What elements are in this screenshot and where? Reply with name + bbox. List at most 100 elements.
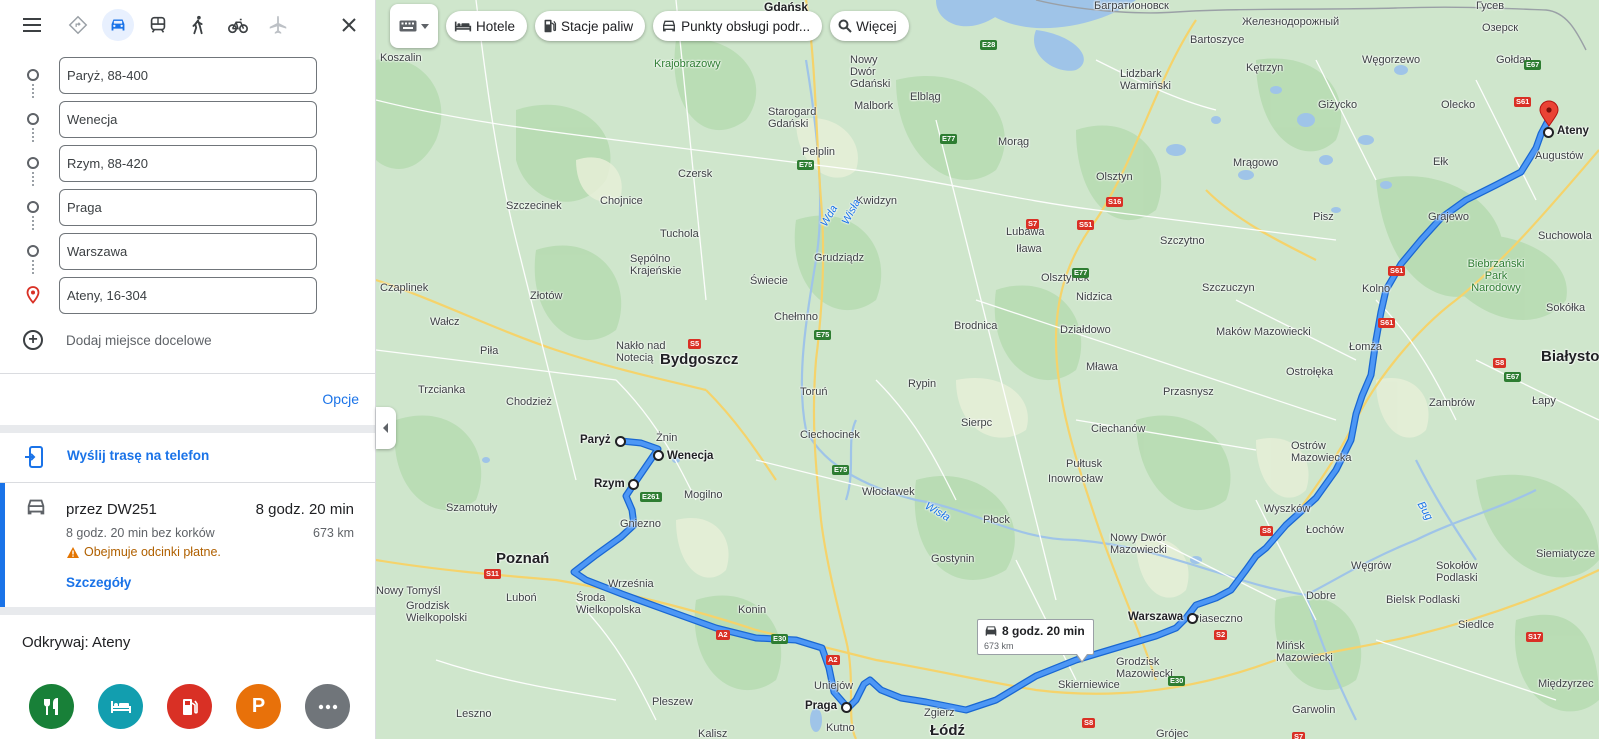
road-shield: A2	[826, 655, 840, 665]
waypoint-input-5[interactable]	[59, 233, 317, 270]
road-shield: S8	[1493, 358, 1507, 368]
more-categories-button[interactable]	[305, 684, 350, 729]
gas-station-icon	[544, 19, 557, 33]
waypoint-marker-paryz[interactable]	[615, 436, 626, 447]
waypoint-marker-warszawa[interactable]	[1187, 613, 1198, 624]
road-shield: S8	[1260, 526, 1274, 536]
car-icon[interactable]	[102, 9, 134, 41]
restaurant-icon	[43, 697, 58, 715]
waypoint-label-wenecja: Wenecja	[667, 450, 714, 462]
dropdown-arrow-icon	[421, 23, 429, 29]
add-destination-button[interactable]: + Dodaj miejsce docelowe	[0, 320, 375, 360]
explore-title: Odkrywaj: Ateny	[22, 634, 131, 651]
waypoint-circle-icon	[27, 113, 39, 125]
connector-dots	[32, 128, 34, 142]
connector-dots	[32, 216, 34, 230]
road-shield: E261	[640, 492, 662, 502]
bed-icon	[110, 700, 131, 713]
options-link[interactable]: Opcje	[322, 391, 359, 407]
directions-panel: + Dodaj miejsce docelowe Opcje Wyślij tr…	[0, 0, 376, 739]
toll-warning-text: Obejmuje odcinki płatne.	[84, 545, 221, 559]
travel-mode-bar	[0, 0, 375, 50]
transit-icon[interactable]	[142, 9, 174, 41]
waypoint-label-warszawa: Warszawa	[1128, 611, 1184, 623]
waypoint-label-rzym: Rzym	[594, 478, 625, 490]
input-tools-button[interactable]	[390, 4, 438, 48]
route-via: przez DW251	[66, 501, 157, 518]
divider	[0, 373, 375, 374]
waypoint-input-1[interactable]	[59, 57, 317, 94]
waypoint-input-2[interactable]	[59, 101, 317, 138]
callout-duration: 8 godz. 20 min	[1002, 624, 1085, 638]
road-shield: E30	[1168, 676, 1186, 686]
hotels-button[interactable]	[98, 684, 143, 729]
waypoint-label-ateny: Ateny	[1557, 125, 1589, 137]
chip-more-label: Więcej	[856, 18, 897, 34]
callout-distance: 673 km	[984, 641, 1014, 651]
chip-more[interactable]: Więcej	[830, 11, 909, 41]
menu-icon[interactable]	[18, 11, 46, 39]
road-shield: S7	[1026, 219, 1040, 229]
waypoint-row	[0, 230, 375, 274]
chip-car-service-label: Punkty obsługi podr...	[681, 18, 811, 34]
waypoint-marker-ateny[interactable]	[1543, 127, 1554, 138]
waypoint-input-destination[interactable]	[59, 277, 317, 314]
waypoint-circle-icon	[27, 69, 39, 81]
road-shield: S2	[1214, 630, 1228, 640]
road-shield: E67	[1524, 60, 1542, 70]
walking-icon[interactable]	[182, 9, 214, 41]
chip-gas-stations[interactable]: Stacje paliw	[535, 11, 646, 41]
parking-button[interactable]: P	[236, 684, 281, 729]
car-service-icon	[663, 20, 676, 32]
route-details-link[interactable]: Szczegóły	[66, 575, 131, 590]
waypoint-row	[0, 98, 375, 142]
waypoint-label-praga: Praga	[805, 700, 837, 712]
send-to-phone-button[interactable]: Wyślij trasę na telefon	[0, 433, 375, 481]
send-to-phone-icon	[24, 445, 46, 474]
map-canvas[interactable]: Gdańsk Koszalin Elbląg Olsztyn Bydgoszcz…	[376, 0, 1599, 739]
route-option-card[interactable]: przez DW251 8 godz. 20 min 8 godz. 20 mi…	[0, 483, 375, 607]
road-shield: S51	[1077, 220, 1095, 230]
chip-gas-stations-label: Stacje paliw	[561, 18, 634, 34]
route-traffic-note: 8 godz. 20 min bez korków	[66, 526, 215, 540]
chip-car-service[interactable]: Punkty obsługi podr...	[653, 11, 823, 41]
section-divider	[0, 607, 375, 615]
waypoint-marker-rzym[interactable]	[628, 479, 639, 490]
send-to-phone-label: Wyślij trasę na telefon	[67, 448, 210, 463]
road-shield: S17	[1526, 632, 1544, 642]
parking-icon: P	[251, 695, 266, 717]
waypoint-circle-icon	[27, 201, 39, 213]
road-shield: E77	[940, 134, 958, 144]
chip-hotels[interactable]: Hotele	[446, 11, 528, 41]
waypoint-circle-icon	[27, 157, 39, 169]
waypoint-input-4[interactable]	[59, 189, 317, 226]
road-shield: E28	[980, 40, 998, 50]
waypoint-label-paryz: Paryż	[580, 434, 611, 446]
cycling-icon[interactable]	[222, 9, 254, 41]
waypoint-marker-wenecja[interactable]	[653, 450, 664, 461]
flight-icon[interactable]	[262, 9, 294, 41]
waypoint-row	[0, 142, 375, 186]
road-shield: S61	[1378, 318, 1396, 328]
road-shield: S61	[1514, 97, 1532, 107]
road-shield: S11	[484, 569, 501, 579]
car-icon	[25, 497, 47, 522]
route-duration-callout[interactable]: 8 godz. 20 min 673 km	[977, 619, 1094, 663]
collapse-panel-button[interactable]	[376, 407, 396, 449]
waypoint-row	[0, 186, 375, 230]
gas-stations-button[interactable]	[167, 684, 212, 729]
waypoint-list	[0, 50, 375, 318]
route-distance: 673 km	[313, 526, 354, 540]
waypoint-input-3[interactable]	[59, 145, 317, 182]
add-destination-label: Dodaj miejsce docelowe	[66, 332, 212, 348]
explore-categories: P	[29, 684, 350, 729]
best-route-icon[interactable]	[62, 9, 94, 41]
travel-modes	[62, 9, 294, 41]
road-shield: S61	[1388, 266, 1406, 276]
close-icon[interactable]	[335, 11, 363, 39]
restaurants-button[interactable]	[29, 684, 74, 729]
keyboard-icon	[399, 20, 417, 32]
road-shield: E75	[814, 330, 832, 340]
waypoint-row	[0, 274, 375, 318]
waypoint-marker-praga[interactable]	[841, 702, 852, 713]
